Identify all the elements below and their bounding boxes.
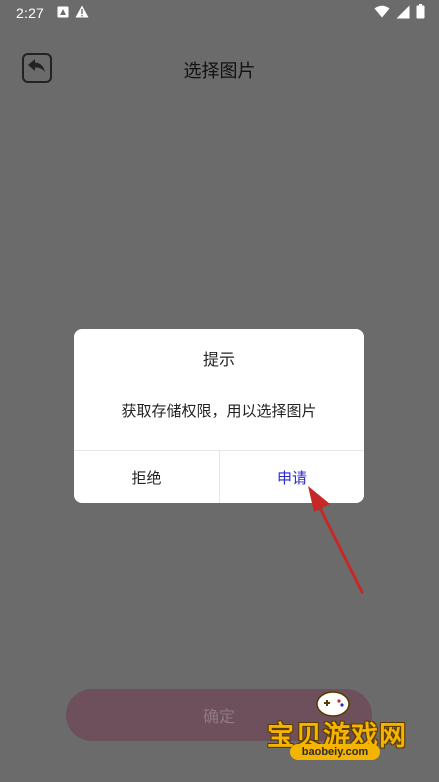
signal-icon (396, 5, 410, 23)
annotation-arrow-icon (308, 486, 364, 594)
watermark-url: baobeiy.com (290, 744, 380, 760)
a-icon (57, 6, 69, 22)
reject-button[interactable]: 拒绝 (74, 451, 219, 503)
warning-icon (75, 5, 89, 22)
permission-dialog: 提示 获取存储权限，用以选择图片 拒绝 申请 (74, 329, 364, 503)
page-title: 选择图片 (183, 61, 256, 82)
status-time: 2:27 (16, 5, 45, 21)
dialog-title: 提示 (202, 350, 235, 369)
status-right-icons (374, 4, 425, 23)
reject-label: 拒绝 (131, 468, 162, 487)
status-left-icons (57, 5, 89, 22)
watermark-logo: 宝贝游戏网 baobeiy.com (262, 686, 412, 782)
status-bar: 2:27 (0, 0, 439, 26)
dialog-message: 获取存储权限，用以选择图片 (121, 402, 317, 420)
wifi-icon (374, 5, 390, 22)
confirm-label: 确定 (202, 707, 235, 726)
battery-icon (416, 4, 425, 23)
